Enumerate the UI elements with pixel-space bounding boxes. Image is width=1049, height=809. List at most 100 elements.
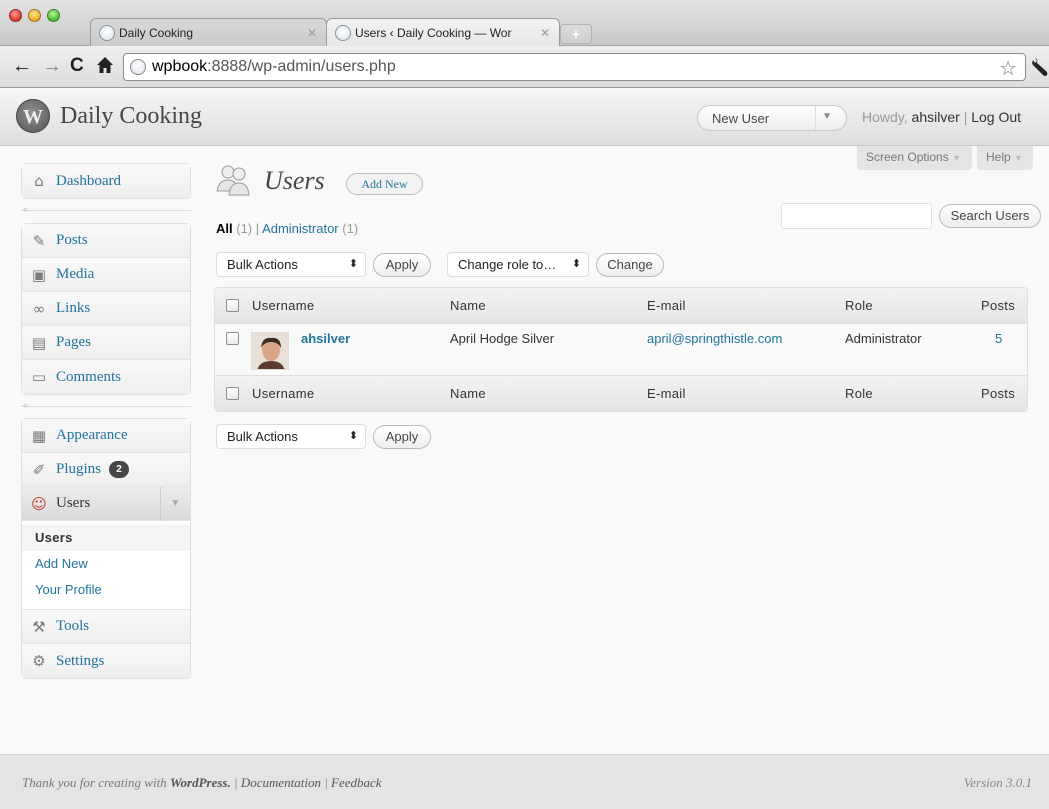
wordpress-logo-icon: W [16, 99, 50, 133]
menu-item-posts[interactable]: ✎ Posts [22, 224, 190, 258]
menu-item-media[interactable]: ▣ Media [22, 258, 190, 292]
submenu-item-add-new[interactable]: Add New [22, 551, 190, 577]
column-header-email[interactable]: E-mail [647, 298, 686, 313]
wordpress-favicon-icon [335, 24, 351, 41]
menu-label: Settings [56, 652, 105, 669]
change-role-value: Change role to… [458, 257, 557, 272]
browser-toolbar: ← → C wpbook:8888/wp-admin/users.php ☆ [0, 46, 1049, 88]
wordpress-link[interactable]: WordPress. [170, 775, 231, 790]
favorite-actions-dropdown[interactable]: New User ▼ [697, 105, 847, 131]
user-email-link[interactable]: april@springthistle.com [647, 331, 782, 346]
menu-item-links[interactable]: ∞ Links [22, 292, 190, 326]
window-minimize-button[interactable] [28, 9, 41, 22]
separator: | [324, 775, 328, 790]
globe-icon [130, 59, 146, 75]
version-text: Version 3.0.1 [963, 775, 1032, 790]
select-arrows-icon: ⬍ [571, 258, 581, 270]
user-role: Administrator [845, 331, 922, 346]
menu-label: Pages [56, 334, 91, 350]
apply-button-bottom[interactable]: Apply [373, 425, 431, 449]
tab-title: Daily Cooking [119, 25, 194, 40]
window-zoom-button[interactable] [47, 9, 60, 22]
apply-button[interactable]: Apply [373, 253, 431, 277]
forward-arrow-icon[interactable]: → [42, 56, 62, 76]
separator: | [963, 109, 968, 125]
menu-item-plugins[interactable]: ✐ Plugins 2 [22, 453, 190, 487]
bookmark-star-icon[interactable]: ☆ [999, 56, 1017, 81]
user-posts-count-link[interactable]: 5 [995, 331, 1002, 346]
feedback-link[interactable]: Feedback [331, 775, 382, 790]
site-title[interactable]: Daily Cooking [60, 103, 202, 130]
menu-item-pages[interactable]: ▤ Pages [22, 326, 190, 360]
screen-options-tab[interactable]: Screen Options ▼ [857, 146, 972, 170]
documentation-link[interactable]: Documentation [241, 775, 321, 790]
bulk-actions-select-bottom[interactable]: Bulk Actions ⬍ [216, 424, 366, 449]
menu-item-dashboard[interactable]: ⌂ Dashboard [22, 164, 190, 198]
reload-icon[interactable]: C [70, 56, 84, 76]
back-arrow-icon[interactable]: ← [12, 56, 32, 76]
link-icon: ∞ [32, 299, 46, 318]
submenu-toggle-icon[interactable]: ▼ [160, 487, 190, 521]
separator: | [233, 775, 238, 790]
column-header-username[interactable]: Username [252, 298, 314, 313]
collapse-arrow-icon[interactable]: « [23, 400, 28, 410]
menu-item-comments[interactable]: ▭ Comments [22, 360, 190, 394]
column-footer-role: Role [845, 386, 873, 401]
admin-menu-group-admin: ▦ Appearance ✐ Plugins 2 ☺ Users ▼ Users… [21, 418, 191, 679]
search-users-button[interactable]: Search Users [939, 204, 1041, 228]
browser-tab-daily-cooking[interactable]: Daily Cooking ✕ [90, 18, 327, 46]
wrench-icon[interactable] [1030, 56, 1048, 78]
user-full-name: April Hodge Silver [450, 331, 555, 346]
filter-administrator-link[interactable]: Administrator [262, 221, 339, 236]
column-footer-username[interactable]: Username [252, 386, 314, 401]
settings-icon: ⚙ [32, 652, 46, 670]
window-close-button[interactable] [9, 9, 22, 22]
bulk-actions-value: Bulk Actions [227, 429, 298, 444]
menu-item-appearance[interactable]: ▦ Appearance [22, 419, 190, 453]
new-tab-button[interactable]: + [560, 24, 592, 44]
users-page-icon [215, 163, 251, 199]
tab-close-icon[interactable]: ✕ [304, 26, 320, 40]
dropdown-arrow-icon[interactable]: ▼ [822, 111, 832, 122]
bulk-actions-select[interactable]: Bulk Actions ⬍ [216, 252, 366, 277]
url-path: :8888/wp-admin/users.php [207, 58, 396, 75]
row-checkbox[interactable] [226, 332, 239, 345]
username-link[interactable]: ahsilver [912, 109, 960, 125]
menu-item-settings[interactable]: ⚙ Settings [22, 644, 190, 678]
tools-icon: ⚒ [32, 617, 46, 636]
home-icon[interactable] [96, 56, 113, 74]
submenu-item-users[interactable]: Users [22, 525, 190, 551]
favorite-action-label[interactable]: New User [712, 111, 769, 126]
column-footer-name[interactable]: Name [450, 386, 486, 401]
submenu-item-your-profile[interactable]: Your Profile [22, 577, 190, 603]
browser-tab-users[interactable]: Users ‹ Daily Cooking — Wor ✕ [326, 18, 560, 46]
select-arrows-icon: ⬍ [348, 430, 358, 442]
column-footer-email[interactable]: E-mail [647, 386, 686, 401]
filter-all-link[interactable]: All [216, 221, 233, 236]
menu-item-tools[interactable]: ⚒ Tools [22, 610, 190, 644]
search-users-input[interactable] [781, 203, 932, 229]
username-link[interactable]: ahsilver [301, 331, 350, 346]
help-tab[interactable]: Help ▼ [977, 146, 1033, 170]
wordpress-favicon-icon [99, 24, 115, 41]
menu-separator: « [21, 400, 191, 410]
add-new-user-button[interactable]: Add New [346, 173, 423, 195]
change-role-select[interactable]: Change role to… ⬍ [447, 252, 589, 277]
select-all-checkbox[interactable] [226, 387, 239, 400]
menu-item-users[interactable]: ☺ Users ▼ [22, 487, 190, 521]
change-role-button[interactable]: Change [596, 253, 664, 277]
home-icon: ⌂ [34, 172, 44, 190]
logout-link[interactable]: Log Out [971, 109, 1021, 125]
tab-close-icon[interactable]: ✕ [537, 26, 553, 40]
filter-administrator-count: (1) [342, 221, 359, 236]
browser-tab-bar: Daily Cooking ✕ Users ‹ Daily Cooking — … [0, 0, 1049, 46]
dropdown-arrow-icon: ▼ [1014, 153, 1023, 163]
column-header-posts[interactable]: Posts [981, 298, 1015, 313]
select-all-checkbox[interactable] [226, 299, 239, 312]
address-bar[interactable]: wpbook:8888/wp-admin/users.php ☆ [123, 53, 1026, 81]
role-filter-links: All (1) | Administrator (1) [216, 221, 358, 236]
column-footer-posts[interactable]: Posts [981, 386, 1015, 401]
column-header-name[interactable]: Name [450, 298, 486, 313]
collapse-arrow-icon[interactable]: « [23, 204, 28, 214]
dropdown-arrow-icon: ▼ [952, 153, 961, 163]
